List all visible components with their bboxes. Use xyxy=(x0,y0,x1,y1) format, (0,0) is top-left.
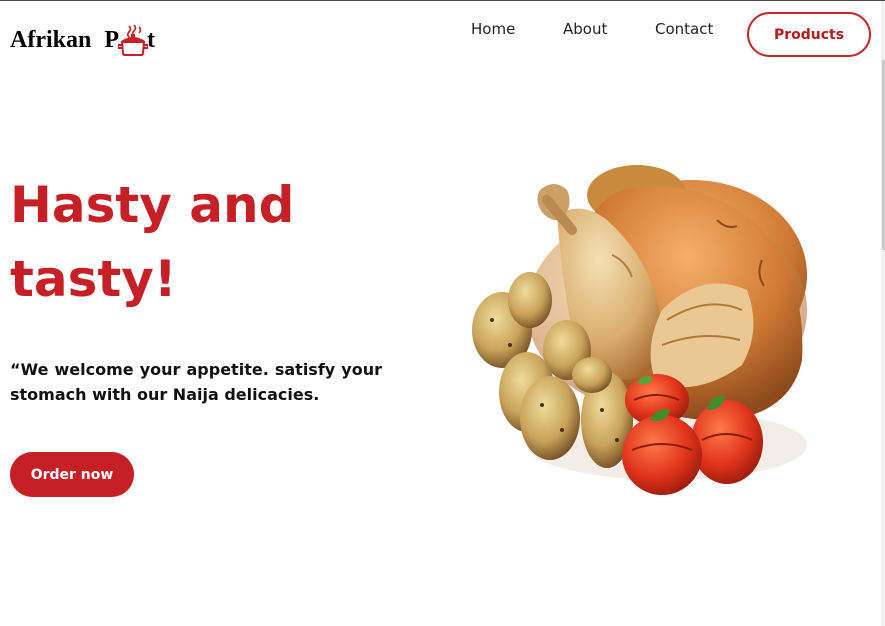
products-button[interactable]: Products xyxy=(747,12,871,57)
nav-home[interactable]: Home xyxy=(471,19,515,39)
nav-contact[interactable]: Contact xyxy=(655,19,713,39)
nav-about[interactable]: About xyxy=(563,19,607,39)
hero-title: Hasty and tasty! xyxy=(10,176,295,308)
brand-logo[interactable]: Afrikan P t xyxy=(10,18,156,56)
logo-letter-t: t xyxy=(147,27,156,53)
logo-letter-p: P xyxy=(104,27,120,53)
order-now-button[interactable]: Order now xyxy=(10,452,134,497)
roast-chicken-image xyxy=(462,160,822,505)
hero-tagline: “We welcome your appetite. satisfy your … xyxy=(10,360,382,404)
cooking-pot-icon xyxy=(117,24,150,58)
window-top-border xyxy=(0,0,885,1)
logo-word-afrikan: Afrikan xyxy=(10,27,92,53)
